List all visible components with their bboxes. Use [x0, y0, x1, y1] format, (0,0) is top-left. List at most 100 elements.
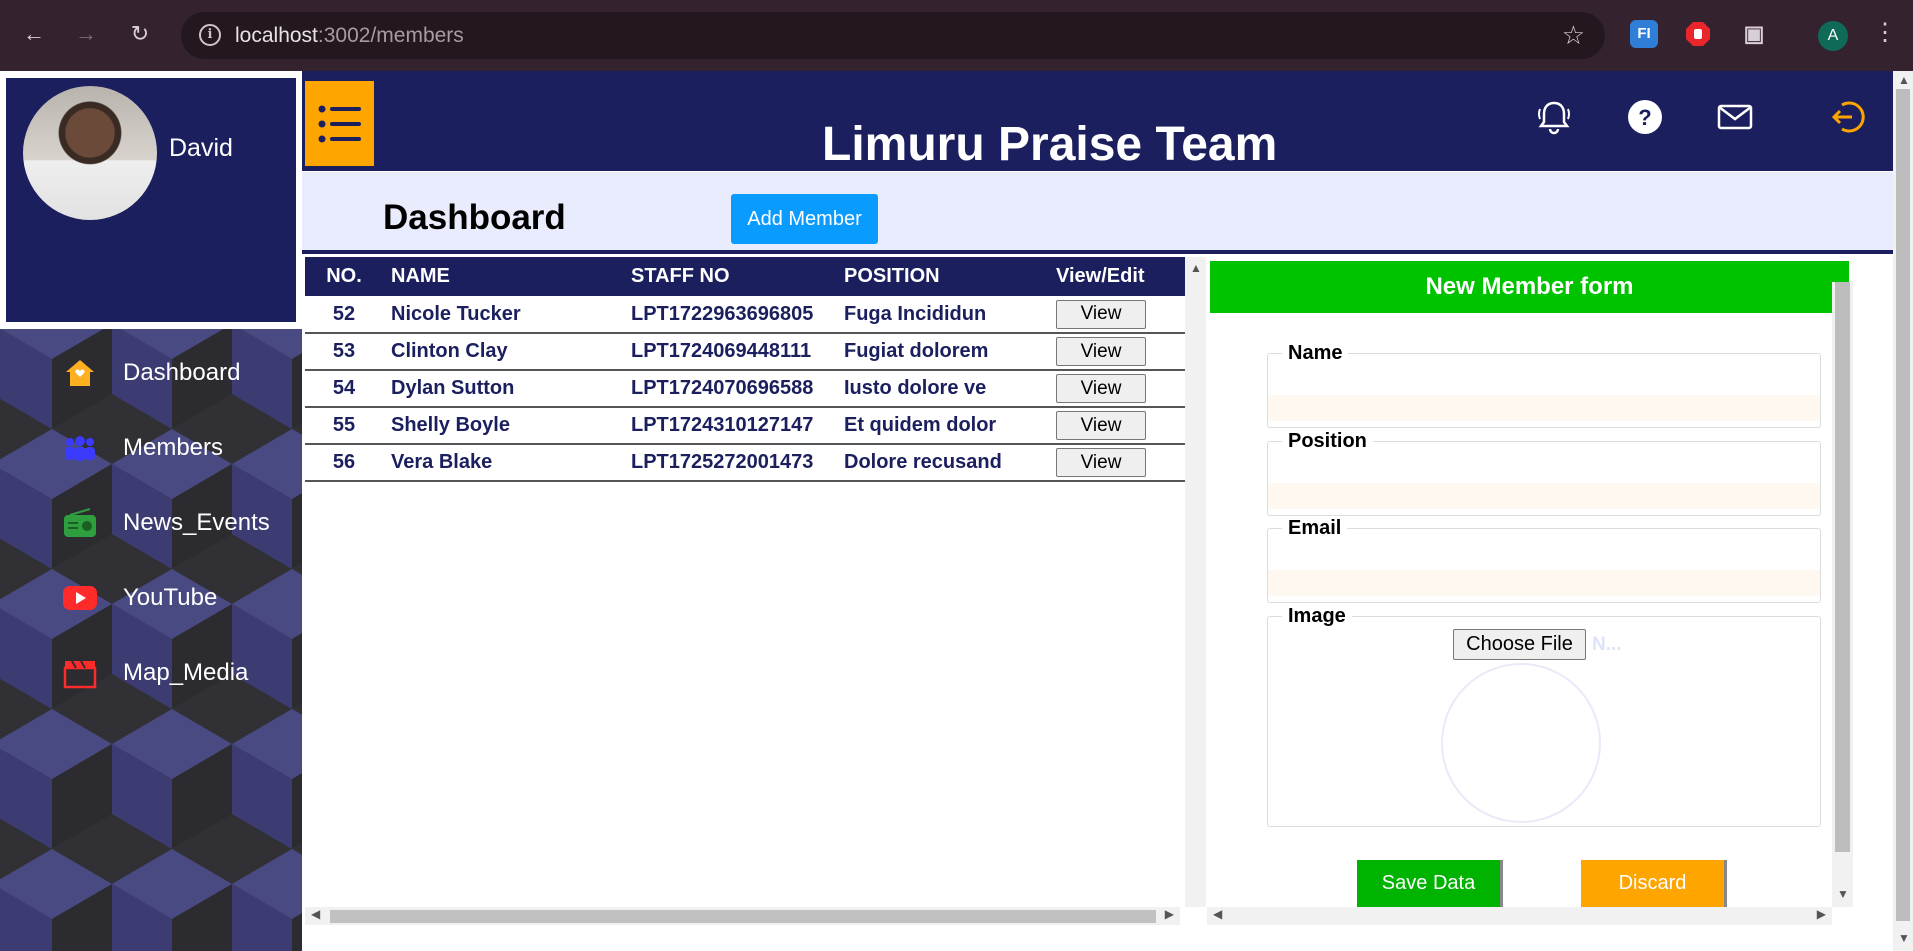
url-host: localhost — [235, 24, 318, 47]
scroll-right-icon[interactable]: ▶ — [1165, 907, 1174, 921]
form-vertical-scrollbar[interactable]: ▼ — [1832, 282, 1853, 907]
name-input[interactable] — [1268, 365, 1820, 395]
page-vertical-scrollbar[interactable]: ▲ ▼ — [1893, 71, 1913, 951]
table-row: 55 Shelly Boyle LPT1724310127147 Et quid… — [305, 407, 1185, 445]
cell-staff-no: LPT1724070696588 — [623, 370, 836, 408]
cell-staff-no: LPT1725272001473 — [623, 444, 836, 482]
adblock-icon[interactable] — [1684, 20, 1712, 48]
scroll-down-icon[interactable]: ▼ — [1837, 887, 1849, 901]
column-header-no: NO. — [305, 257, 383, 296]
browser-menu-icon[interactable]: ⋮ — [1873, 18, 1897, 47]
table-horizontal-scrollbar[interactable]: ◀ ▶ — [305, 907, 1180, 925]
cell-position: Fuga Incididun — [836, 296, 1048, 334]
sidebar-item-members[interactable]: Members — [60, 428, 223, 468]
reload-icon[interactable]: ↻ — [124, 18, 156, 50]
app-header: Limuru Praise Team ? — [302, 71, 1893, 171]
cell-position: Dolore recusand — [836, 444, 1048, 482]
image-label: Image — [1288, 605, 1346, 627]
bookmark-star-icon[interactable]: ☆ — [1562, 20, 1585, 51]
scroll-left-icon[interactable]: ◀ — [1213, 907, 1222, 921]
sidebar-item-label: Map_Media — [123, 659, 249, 686]
section-title: Dashboard — [383, 198, 566, 237]
scroll-right-icon[interactable]: ▶ — [1817, 907, 1826, 921]
cell-name: Vera Blake — [383, 444, 623, 482]
sidebar-item-label: Members — [123, 434, 224, 461]
forward-icon[interactable]: → — [70, 18, 102, 50]
scroll-up-icon[interactable]: ▲ — [1898, 73, 1910, 87]
cell-no: 53 — [305, 333, 383, 371]
profile-name: David — [169, 134, 233, 162]
sidebar-item-map-media[interactable]: Map_Media — [60, 653, 248, 693]
position-input-autofill — [1268, 483, 1820, 509]
cell-no: 55 — [305, 407, 383, 445]
cell-action: View — [1048, 296, 1185, 334]
cell-staff-no: LPT1722963696805 — [623, 296, 836, 334]
cell-name: Nicole Tucker — [383, 296, 623, 334]
add-member-button[interactable]: Add Member — [731, 194, 878, 244]
cell-position: Iusto dolore ve — [836, 370, 1048, 408]
form-title: New Member form — [1210, 261, 1849, 313]
sidebar-item-label: Dashboard — [123, 359, 241, 386]
save-data-button[interactable]: Save Data — [1357, 860, 1503, 907]
members-table: NO. NAME STAFF NO POSITION View/Edit 52 … — [305, 257, 1185, 482]
address-bar[interactable]: i localhost:3002/members ☆ — [181, 12, 1605, 59]
clapperboard-icon — [60, 657, 100, 689]
scroll-left-icon[interactable]: ◀ — [311, 907, 320, 921]
name-label: Name — [1288, 342, 1343, 364]
help-icon[interactable]: ? — [1625, 97, 1665, 137]
name-input-autofill — [1268, 395, 1820, 421]
view-button[interactable]: View — [1056, 337, 1146, 366]
extensions-puzzle-icon[interactable]: ▣ — [1740, 20, 1768, 48]
dashboard-bar: Dashboard Add Member — [302, 172, 1893, 254]
sidebar: Dashboard Members News_Events YouTube Ma… — [0, 329, 302, 951]
bell-icon[interactable] — [1534, 97, 1574, 137]
youtube-icon — [60, 582, 100, 614]
table-header-row: NO. NAME STAFF NO POSITION View/Edit — [305, 257, 1185, 296]
mail-icon[interactable] — [1715, 97, 1755, 137]
column-header-name: NAME — [383, 257, 623, 296]
cell-action: View — [1048, 407, 1185, 445]
discard-button[interactable]: Discard — [1581, 860, 1727, 907]
choose-file-button[interactable]: Choose File — [1453, 629, 1586, 660]
column-header-staff-no: STAFF NO — [623, 257, 836, 296]
form-horizontal-scrollbar[interactable]: ◀ ▶ — [1207, 907, 1832, 925]
sidebar-item-dashboard[interactable]: Dashboard — [60, 353, 240, 393]
cell-position: Fugiat dolorem — [836, 333, 1048, 371]
email-input[interactable] — [1268, 540, 1820, 570]
logout-icon[interactable] — [1826, 97, 1866, 137]
menu-toggle-button[interactable] — [305, 81, 374, 166]
sidebar-item-news-events[interactable]: News_Events — [60, 503, 270, 543]
cell-action: View — [1048, 333, 1185, 371]
scroll-down-icon[interactable]: ▼ — [1898, 931, 1910, 945]
sidebar-pattern — [0, 329, 302, 951]
no-file-text: N... — [1592, 634, 1622, 655]
view-button[interactable]: View — [1056, 299, 1146, 329]
view-button[interactable]: View — [1056, 448, 1146, 477]
cell-no: 56 — [305, 444, 383, 482]
back-icon[interactable]: ← — [18, 18, 50, 50]
browser-profile-avatar[interactable]: A — [1818, 21, 1848, 51]
table-row: 56 Vera Blake LPT1725272001473 Dolore re… — [305, 444, 1185, 482]
table-row: 54 Dylan Sutton LPT1724070696588 Iusto d… — [305, 370, 1185, 408]
cell-no: 54 — [305, 370, 383, 408]
scroll-up-icon[interactable]: ▲ — [1190, 261, 1202, 275]
scrollbar-thumb[interactable] — [1896, 89, 1910, 921]
extension-label: FI — [1637, 25, 1651, 42]
url-text: localhost:3002/members — [235, 24, 464, 48]
table-row: 53 Clinton Clay LPT1724069448111 Fugiat … — [305, 333, 1185, 371]
radio-icon — [60, 507, 100, 539]
column-header-position: POSITION — [836, 257, 1048, 296]
view-button[interactable]: View — [1056, 374, 1146, 403]
list-icon — [318, 105, 361, 142]
table-row: 52 Nicole Tucker LPT1722963696805 Fuga I… — [305, 296, 1185, 334]
sidebar-item-label: YouTube — [123, 584, 218, 611]
view-button[interactable]: View — [1056, 411, 1146, 440]
position-input[interactable] — [1268, 453, 1820, 483]
site-info-icon[interactable]: i — [199, 24, 221, 46]
cell-action: View — [1048, 444, 1185, 482]
scrollbar-thumb[interactable] — [330, 910, 1156, 923]
scrollbar-thumb[interactable] — [1835, 282, 1850, 852]
extension-icon[interactable]: FI — [1630, 20, 1658, 48]
form-pane-left-scrollbar[interactable]: ▲ — [1185, 257, 1206, 907]
sidebar-item-youtube[interactable]: YouTube — [60, 578, 217, 618]
